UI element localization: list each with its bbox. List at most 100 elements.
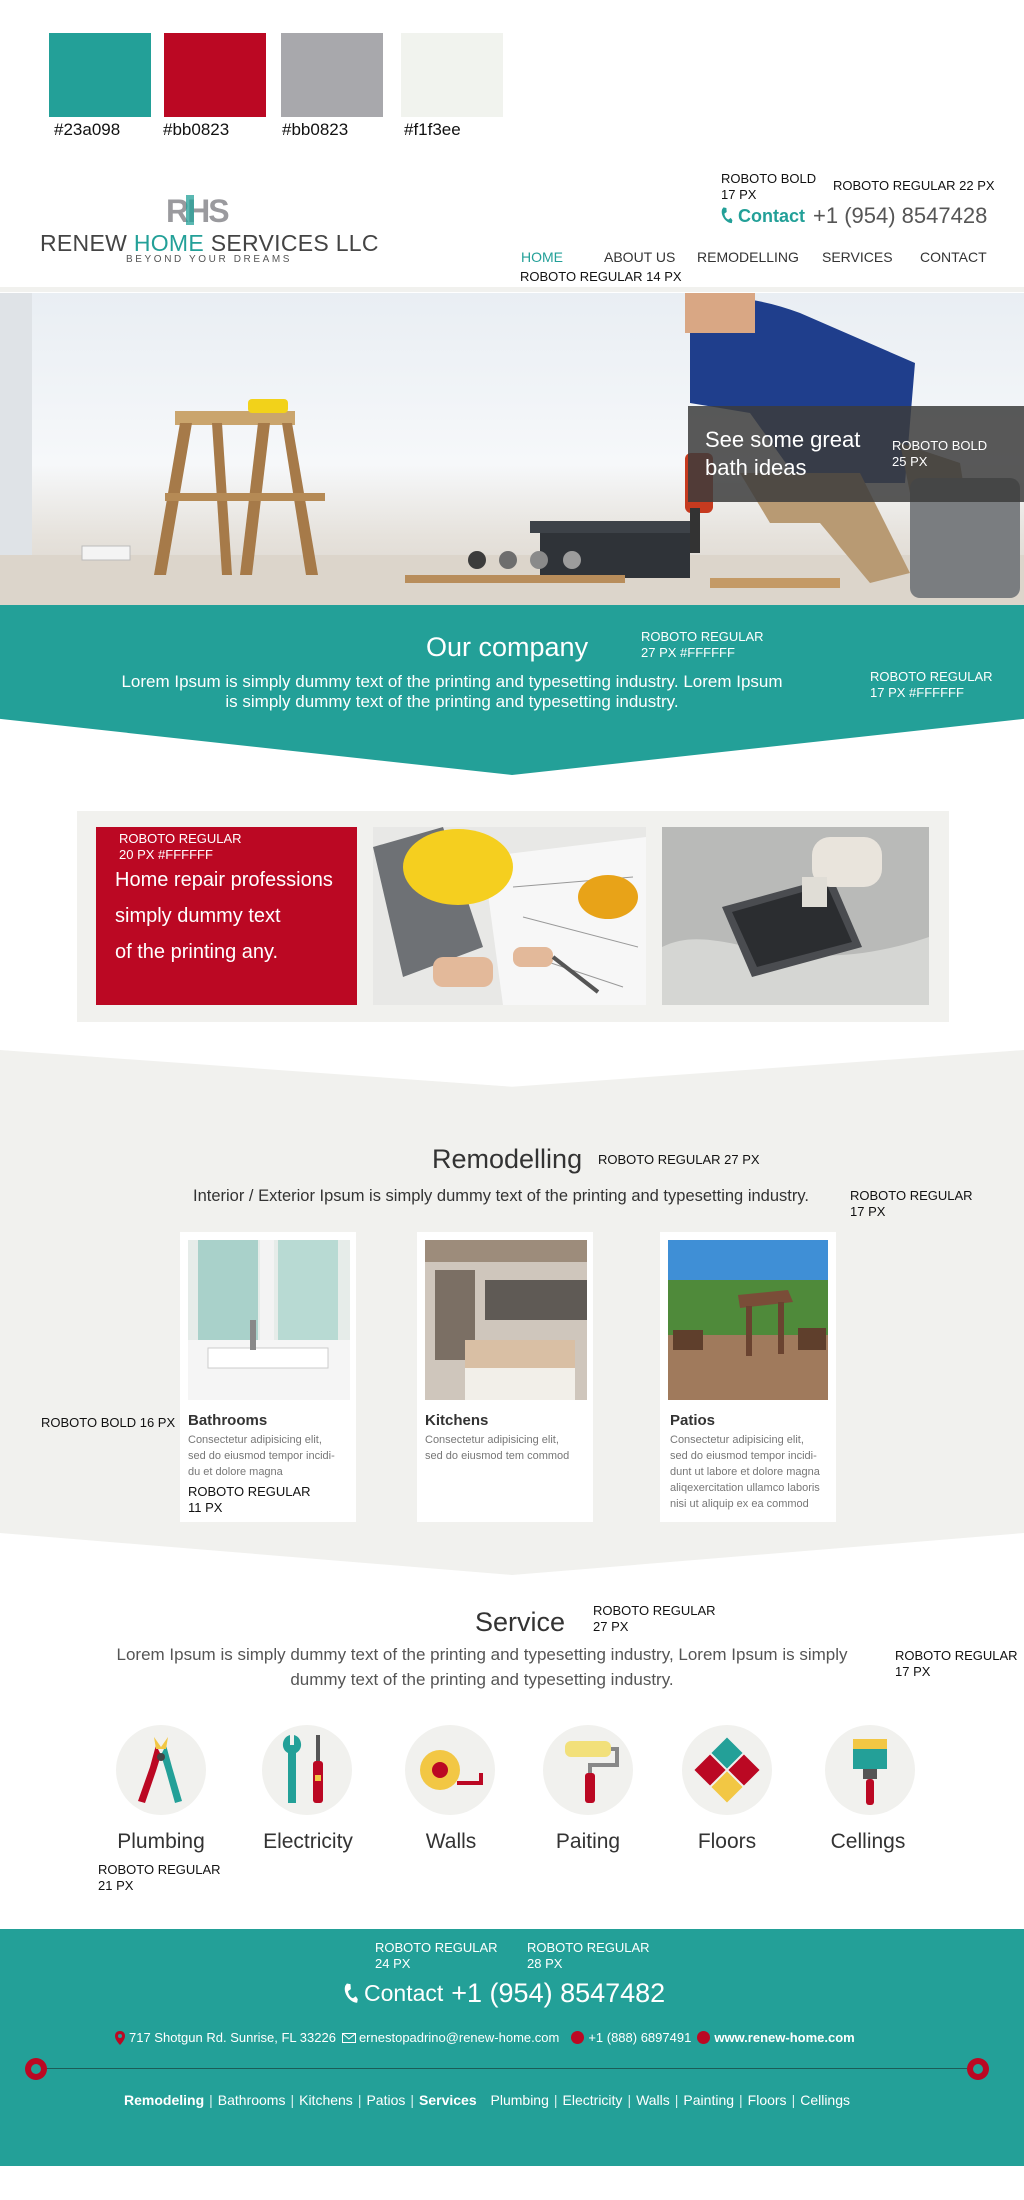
header-divider <box>0 287 1024 292</box>
footer-link-services[interactable]: Services <box>419 2092 477 2108</box>
slider-dot[interactable] <box>563 551 581 569</box>
service-label: Cellings <box>830 1830 906 1853</box>
remodel-card-kitchens[interactable]: Kitchens Consectetur adipisicing elit, s… <box>417 1232 593 1522</box>
company-text-font-note: ROBOTO REGULAR 17 PX #FFFFFF <box>870 669 993 700</box>
company-name: RENEW HOME SERVICES LLC <box>40 230 379 256</box>
footer-link-ceilings[interactable]: Cellings <box>800 2092 850 2108</box>
footer-link-remodeling[interactable]: Remodeling <box>124 2092 204 2108</box>
floors-icon <box>694 1737 760 1803</box>
red-card-font-note: ROBOTO REGULAR 20 PX #FFFFFF <box>119 831 242 862</box>
swatch-label: #bb0823 <box>282 120 349 139</box>
service-item-painting[interactable]: Paiting <box>518 1725 658 1855</box>
email-icon <box>341 2032 356 2043</box>
service-text-font-note: ROBOTO REGULAR 17 PX <box>895 1648 1018 1679</box>
service-label-font-note: ROBOTO REGULAR 21 PX <box>98 1862 221 1893</box>
swatch-label: #23a098 <box>54 120 121 139</box>
plastering-photo <box>662 827 929 1005</box>
card-title-font-note: ROBOTO BOLD 16 PX <box>41 1415 176 1430</box>
footer-website[interactable]: www.renew-home.com <box>714 2030 854 2045</box>
header-contact[interactable]: Contact +1 (954) 8547428 <box>718 203 987 229</box>
electricity-icon <box>282 1735 323 1803</box>
footer-email[interactable]: ernestopadrino@renew-home.com <box>359 2030 559 2045</box>
footer-contact-font-note: ROBOTO REGULAR 24 PX <box>375 1940 498 1971</box>
swatch-teal <box>49 33 151 117</box>
feature-line: Home repair professions <box>115 869 333 891</box>
company-title: Our company <box>426 632 589 662</box>
feature-line: simply dummy text <box>115 905 281 927</box>
location-pin-icon <box>115 2030 125 2045</box>
remodel-card-patios[interactable]: Patios Consectetur adipisicing elit, sed… <box>660 1232 836 1522</box>
footer-link-patios[interactable]: Patios <box>366 2092 405 2108</box>
nav-services[interactable]: SERVICES <box>822 249 893 265</box>
footer-divider-end-right-inner <box>973 2064 983 2074</box>
remodelling-text-font-note: ROBOTO REGULAR 17 PX <box>850 1188 973 1219</box>
hero-font-note: ROBOTO BOLD 25 PX <box>892 438 988 469</box>
footer-link-painting[interactable]: Painting <box>683 2092 734 2108</box>
footer-link-bathrooms[interactable]: Bathrooms <box>218 2092 286 2108</box>
nav-contact[interactable]: CONTACT <box>920 249 987 265</box>
service-label: Plumbing <box>117 1830 205 1853</box>
service-item-floors[interactable]: Floors <box>657 1725 797 1855</box>
footer-phone[interactable]: +1 (954) 8547482 <box>451 1978 665 2009</box>
logo-mark: RHS <box>166 193 230 229</box>
slider-dot[interactable] <box>499 551 517 569</box>
nav-remodelling[interactable]: REMODELLING <box>697 249 799 265</box>
phone-icon <box>344 1983 358 2003</box>
card-text: Consectetur adipisicing elit, sed do eiu… <box>188 1434 335 1478</box>
card-text: Consectetur adipisicing elit, sed do eiu… <box>425 1434 570 1462</box>
footer-link-walls[interactable]: Walls <box>636 2092 670 2108</box>
blueprint-photo <box>373 827 646 1005</box>
nav-font-note: ROBOTO REGULAR 14 PX <box>520 269 682 284</box>
service-title: Service <box>475 1607 566 1637</box>
service-item-walls[interactable]: Walls <box>381 1725 521 1855</box>
footer-phone2[interactable]: +1 (888) 6897491 <box>588 2030 691 2045</box>
card-title: Kitchens <box>425 1412 489 1429</box>
card-text: Consectetur adipisicing elit, sed do eiu… <box>670 1434 820 1510</box>
service-item-electricity[interactable]: Electricity <box>238 1725 378 1855</box>
header-phone[interactable]: +1 (954) 8547428 <box>813 203 987 229</box>
contact-label: Contact <box>738 205 805 226</box>
slider-dot[interactable] <box>468 551 486 569</box>
footer-contact[interactable]: Contact +1 (954) 8547482 <box>340 1978 665 2009</box>
phone-icon <box>721 207 733 224</box>
swatch-red <box>164 33 266 117</box>
nav-home[interactable]: HOME <box>521 249 563 265</box>
footer-divider-end-left-inner <box>31 2064 41 2074</box>
service-label: Floors <box>697 1830 757 1853</box>
remodel-card-bathrooms[interactable]: Bathrooms Consectetur adipisicing elit, … <box>180 1232 356 1522</box>
plumbing-icon <box>138 1737 182 1803</box>
card-text-font-note: ROBOTO REGULAR 11 PX <box>188 1484 311 1515</box>
hero-banner: See some great bath ideas ROBOTO BOLD 25… <box>0 293 1024 605</box>
remodelling-title-font-note: ROBOTO REGULAR 27 PX <box>598 1152 760 1167</box>
footer-link-plumbing[interactable]: Plumbing <box>491 2092 549 2108</box>
contact-font-note: ROBOTO BOLD 17 PX <box>721 171 817 202</box>
card-title: Patios <box>670 1412 716 1429</box>
phone-circle-icon <box>571 2031 585 2044</box>
logo[interactable]: RHS RENEW HOME SERVICES LLC BEYOND YOUR … <box>40 193 378 265</box>
service-label: Walls <box>425 1830 477 1853</box>
nav-about-us[interactable]: ABOUT US <box>604 249 675 265</box>
bathroom-photo <box>188 1240 350 1400</box>
service-label: Paiting <box>555 1830 621 1853</box>
patio-photo <box>668 1240 828 1400</box>
footer-link-kitchens[interactable]: Kitchens <box>299 2092 353 2108</box>
feature-line: of the printing any. <box>115 941 279 963</box>
swatch-grey <box>281 33 383 117</box>
service-text-line2: dummy text of the printing and typesetti… <box>290 1670 674 1689</box>
footer-link-electricity[interactable]: Electricity <box>563 2092 623 2108</box>
footer-contact-label: Contact <box>364 1980 444 2006</box>
swatch-cream <box>401 33 503 117</box>
walls-icon <box>420 1750 483 1790</box>
service-label: Electricity <box>263 1830 353 1853</box>
service-item-ceilings[interactable]: Cellings <box>798 1725 938 1855</box>
logo-mark-accent <box>186 195 194 225</box>
kitchen-photo <box>425 1240 587 1400</box>
slider-dot[interactable] <box>530 551 548 569</box>
hero-caption-line1: See some great <box>705 427 861 452</box>
tagline: BEYOND YOUR DREAMS <box>126 254 293 265</box>
remodelling-text: Interior / Exterior Ipsum is simply dumm… <box>193 1187 809 1205</box>
service-item-plumbing[interactable]: Plumbing <box>91 1725 231 1855</box>
footer-link-floors[interactable]: Floors <box>748 2092 787 2108</box>
swatch-label: #bb0823 <box>163 120 230 139</box>
footer-links: Remodeling | Bathrooms | Kitchens | Patios | Ser… <box>124 2092 851 2108</box>
